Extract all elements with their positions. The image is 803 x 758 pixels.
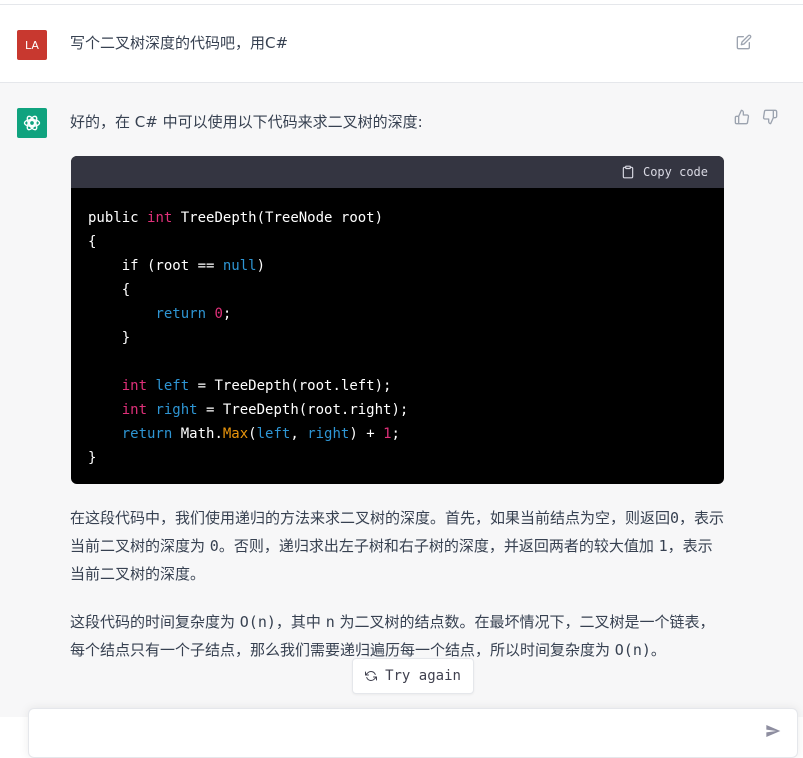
clipboard-icon [622, 165, 634, 179]
try-again-button[interactable]: Try again [352, 658, 474, 694]
user-avatar: LA [17, 30, 47, 60]
refresh-icon [365, 671, 378, 681]
try-again-label: Try again [385, 668, 461, 684]
code-line: return Math.Max(left, right) + 1; [121, 426, 400, 442]
explanation-paragraph: 在这段代码中，我们使用递归的方法来求二叉树的深度。首先，如果当前结点为空，则返回… [70, 509, 725, 583]
complexity-paragraph: 这段代码的时间复杂度为 O(n)，其中 n 为二叉树的结点数。在最坏情况下，二叉… [70, 613, 715, 659]
code-line: { [88, 282, 131, 298]
user-message-text: 写个二叉树深度的代码吧，用C# [70, 34, 289, 52]
code-line: } [88, 450, 97, 466]
thumbs-down-icon[interactable] [762, 109, 782, 129]
code-line: int right = TreeDepth(root.right); [121, 402, 409, 418]
code-block: Copy code public int TreeDepth(TreeNode … [71, 156, 724, 484]
user-message-row: LA 写个二叉树深度的代码吧，用C# [0, 5, 803, 83]
code-block-header: Copy code [71, 156, 724, 188]
code-line: if (root == null) [88, 258, 266, 274]
code-line: { [88, 234, 97, 250]
copy-code-label: Copy code [642, 165, 708, 179]
edit-icon[interactable] [734, 32, 754, 52]
assistant-message-row: 好的，在 C# 中可以使用以下代码来求二叉树的深度: Copy code pub… [0, 83, 803, 717]
assistant-intro-text: 好的，在 C# 中可以使用以下代码来求二叉树的深度: [70, 113, 423, 131]
thumbs-up-icon[interactable] [734, 109, 754, 129]
copy-code-button[interactable]: Copy code [621, 164, 708, 180]
code-line: int left = TreeDepth(root.left); [121, 378, 392, 394]
message-input-box [28, 708, 798, 758]
send-icon[interactable] [765, 723, 785, 743]
code-line: public int TreeDepth(TreeNode root) [88, 210, 384, 226]
code-line: return 0; [155, 306, 232, 322]
code-content: public int TreeDepth(TreeNode root) { if … [71, 188, 724, 484]
code-line: } [88, 330, 131, 346]
message-input[interactable] [41, 721, 745, 749]
chatgpt-logo-icon [17, 108, 47, 138]
